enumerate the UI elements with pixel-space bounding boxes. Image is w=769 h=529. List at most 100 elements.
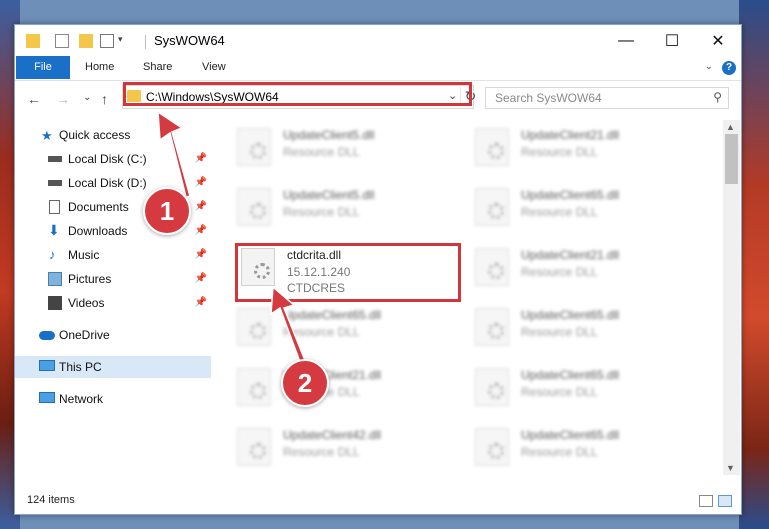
gear-icon <box>250 443 266 459</box>
search-box[interactable]: Search SysWOW64 ⚲ <box>485 87 729 109</box>
file-name: UpdateClient42.dll <box>283 428 382 442</box>
pin-icon[interactable]: 📌 <box>195 249 207 260</box>
file-item[interactable]: UpdateClient65.dll Resource DLL <box>469 364 699 422</box>
sidebar-item-music[interactable]: ♪ Music 📌 <box>15 244 211 266</box>
pin-icon[interactable]: 📌 <box>195 177 207 188</box>
refresh-button[interactable]: ↻ <box>460 87 480 106</box>
file-name: UpdateClient65.dll <box>521 308 620 322</box>
recent-locations-button[interactable]: ⌄ <box>83 92 91 103</box>
pin-icon[interactable]: 📌 <box>195 201 207 212</box>
star-icon: ★ <box>41 128 53 143</box>
file-name: UpdateClient21.dll <box>521 248 620 262</box>
maximize-button[interactable]: ☐ <box>649 25 695 56</box>
sidebar-item-label: Local Disk (D:) <box>68 176 147 190</box>
sidebar-item-label: Local Disk (C:) <box>68 152 147 166</box>
computer-icon <box>39 360 55 371</box>
tab-view[interactable]: View <box>202 56 226 79</box>
sidebar-item-label: Documents <box>68 200 129 214</box>
gear-icon <box>488 143 504 159</box>
gear-icon <box>250 143 266 159</box>
tab-file[interactable]: File <box>16 56 70 79</box>
documents-icon <box>49 200 60 214</box>
gear-icon <box>250 203 266 219</box>
close-button[interactable]: ✕ <box>695 25 741 56</box>
file-item[interactable]: UpdateClient21.dll Resource DLL <box>469 124 699 182</box>
file-description: Resource DLL <box>283 445 360 459</box>
file-item[interactable]: UpdateClient65.dll Resource DLL <box>469 184 699 242</box>
file-item[interactable]: UpdateClient42.dll Resource DLL <box>231 424 461 475</box>
videos-icon <box>48 296 62 310</box>
music-icon: ♪ <box>49 247 56 262</box>
file-name: UpdateClient5.dll <box>283 188 375 202</box>
file-name: UpdateClient5.dll <box>283 128 375 142</box>
title-separator <box>145 35 146 49</box>
vertical-scrollbar[interactable]: ▲ ▼ <box>723 120 740 475</box>
dll-file-icon <box>241 248 275 286</box>
file-item[interactable]: UpdateClient21.dll Resource DLL <box>469 244 699 302</box>
gear-icon <box>254 263 270 279</box>
address-dropdown-icon[interactable]: ⌄ <box>448 89 457 102</box>
sidebar-item-label: Music <box>68 248 100 262</box>
pin-icon[interactable]: 📌 <box>195 153 207 164</box>
file-name: UpdateClient21.dll <box>521 128 620 142</box>
file-description: Resource DLL <box>283 205 360 219</box>
details-view-icon[interactable] <box>699 495 713 507</box>
navigation-pane: ★ Quick access Local Disk (C:) 📌 Local D… <box>15 120 211 475</box>
folder-icon <box>127 90 141 102</box>
file-item[interactable]: UpdateClient5.dll Resource DLL <box>231 124 461 182</box>
dll-file-icon <box>237 188 271 226</box>
tab-home[interactable]: Home <box>85 56 114 79</box>
customize-toolbar-icon[interactable] <box>100 34 114 48</box>
toolbar-dropdown-icon[interactable]: ▾ <box>118 34 132 48</box>
dll-file-icon <box>237 128 271 166</box>
file-item[interactable]: UpdateClient65.dll Resource DLL <box>231 304 461 362</box>
minimize-button[interactable]: — <box>603 25 649 56</box>
file-item[interactable]: UpdateClient21.dll Resource DLL <box>231 364 461 422</box>
scrollbar-thumb[interactable] <box>725 134 738 184</box>
folder-icon <box>26 34 40 48</box>
sidebar-item-network[interactable]: Network <box>15 388 211 410</box>
sidebar-item-local-disk-c[interactable]: Local Disk (C:) 📌 <box>15 148 211 170</box>
tiles-view-icon[interactable] <box>718 495 732 507</box>
scroll-up-icon[interactable]: ▲ <box>726 122 735 132</box>
tab-share[interactable]: Share <box>143 56 172 79</box>
address-bar[interactable]: C:\Windows\SysWOW64 ⌄ ↻ <box>122 85 476 109</box>
back-button[interactable]: ← <box>27 91 41 107</box>
file-item[interactable]: UpdateClient65.dll Resource DLL <box>469 424 699 475</box>
pin-icon[interactable]: 📌 <box>195 225 207 236</box>
help-icon[interactable]: ? <box>722 61 736 75</box>
title-bar: ▾ SysWOW64 — ☐ ✕ <box>15 25 741 56</box>
sidebar-item-pictures[interactable]: Pictures 📌 <box>15 268 211 290</box>
file-item-ctdcrita[interactable]: ctdcrita.dll 15.12.1.240 CTDCRES <box>235 244 465 302</box>
up-button[interactable]: ↑ <box>101 91 108 107</box>
drive-icon <box>48 180 62 186</box>
sidebar-item-label: Network <box>59 392 104 406</box>
file-item[interactable]: UpdateClient65.dll Resource DLL <box>469 304 699 362</box>
scroll-down-icon[interactable]: ▼ <box>726 463 735 473</box>
file-description: Resource DLL <box>283 325 360 339</box>
file-description: Resource DLL <box>521 445 598 459</box>
ribbon-collapse-icon[interactable]: ⌄ <box>705 61 713 72</box>
search-input[interactable]: Search SysWOW64 <box>495 91 602 105</box>
sidebar-item-label: Quick access <box>59 128 131 142</box>
sidebar-item-label: OneDrive <box>59 328 110 342</box>
pin-icon[interactable]: 📌 <box>195 273 207 284</box>
sidebar-item-label: Downloads <box>68 224 128 238</box>
search-icon[interactable]: ⚲ <box>713 90 722 104</box>
sidebar-item-local-disk-d[interactable]: Local Disk (D:) 📌 <box>15 172 211 194</box>
new-folder-icon[interactable] <box>79 34 93 48</box>
pin-icon[interactable]: 📌 <box>195 297 207 308</box>
file-item[interactable]: UpdateClient5.dll Resource DLL <box>231 184 461 242</box>
file-description: Resource DLL <box>521 145 598 159</box>
sidebar-item-videos[interactable]: Videos 📌 <box>15 292 211 314</box>
sidebar-item-quick-access[interactable]: ★ Quick access <box>15 124 211 146</box>
file-list: UpdateClient5.dll Resource DLL UpdateCli… <box>211 120 723 475</box>
cloud-icon <box>39 331 55 340</box>
address-path[interactable]: C:\Windows\SysWOW64 <box>146 90 279 104</box>
gear-icon <box>250 323 266 339</box>
forward-button[interactable]: → <box>56 91 70 107</box>
properties-icon[interactable] <box>55 34 69 48</box>
sidebar-item-this-pc[interactable]: This PC <box>15 356 211 378</box>
sidebar-item-onedrive[interactable]: OneDrive <box>15 324 211 346</box>
sidebar-item-label: Videos <box>68 296 105 310</box>
